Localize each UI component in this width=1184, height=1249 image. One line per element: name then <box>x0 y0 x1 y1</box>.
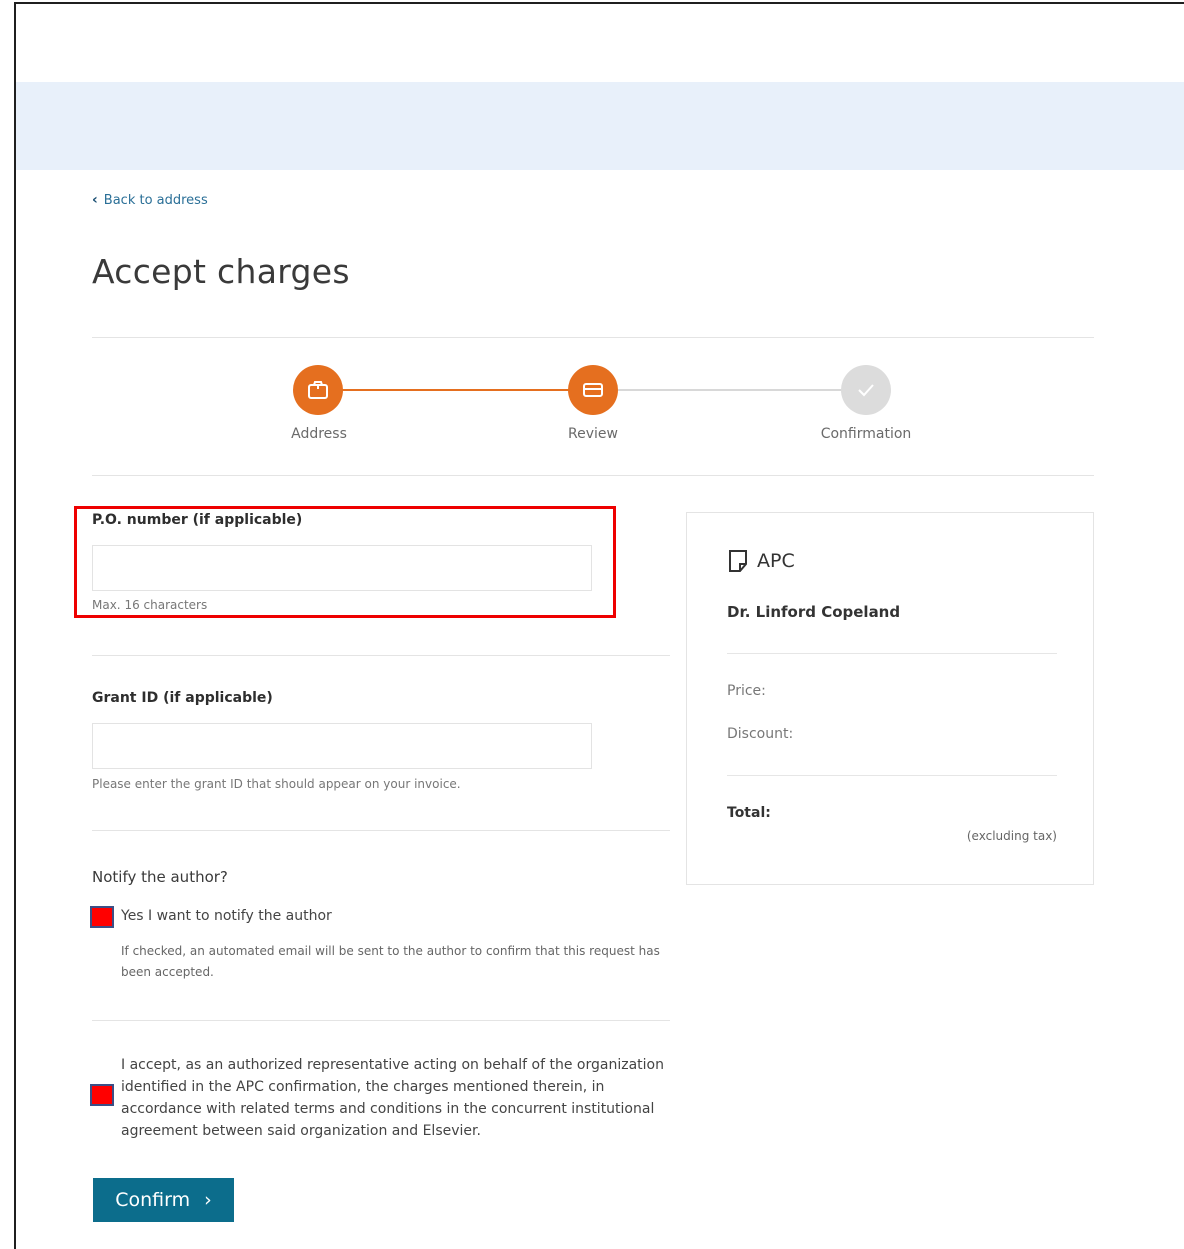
step-label-confirmation: Confirmation <box>820 426 912 442</box>
back-to-address-link[interactable]: ‹ Back to address <box>92 192 208 208</box>
grant-id-hint: Please enter the grant ID that should ap… <box>92 777 461 791</box>
back-link-label: Back to address <box>103 192 208 208</box>
author-name: Dr. Linford Copeland <box>727 603 901 621</box>
card-divider <box>727 653 1057 654</box>
document-icon <box>729 550 747 572</box>
notify-author-checkbox[interactable] <box>90 906 114 928</box>
po-number-input[interactable] <box>92 545 592 591</box>
price-label: Price: <box>727 683 766 699</box>
apc-title-text: APC <box>757 550 795 572</box>
divider <box>92 655 670 656</box>
chevron-right-icon: › <box>204 1189 212 1211</box>
notify-author-description: If checked, an automated email will be s… <box>121 944 660 979</box>
page-title: Accept charges <box>92 252 350 291</box>
notify-author-question: Notify the author? <box>92 868 228 886</box>
grant-id-input[interactable] <box>92 723 592 769</box>
package-icon <box>308 381 328 399</box>
divider <box>92 337 1094 338</box>
step-review-circle <box>568 365 618 415</box>
accept-terms-checkbox[interactable] <box>90 1084 114 1106</box>
step-connector-pending <box>618 389 842 391</box>
divider <box>92 475 1094 476</box>
header-banner <box>16 82 1184 170</box>
card-icon <box>583 383 603 397</box>
check-icon <box>858 384 874 397</box>
notify-author-label[interactable]: Yes I want to notify the author <box>121 908 332 924</box>
total-label: Total: <box>727 805 771 821</box>
accept-terms-text[interactable]: I accept, as an authorized representativ… <box>121 1054 681 1142</box>
confirm-button[interactable]: Confirm › <box>93 1178 234 1222</box>
divider <box>92 830 670 831</box>
step-confirmation-circle <box>841 365 891 415</box>
confirm-button-label: Confirm <box>115 1189 191 1211</box>
divider <box>92 1020 670 1021</box>
tax-note: (excluding tax) <box>966 829 1057 843</box>
step-label-review: Review <box>568 426 618 442</box>
po-number-label: P.O. number (if applicable) <box>92 512 303 528</box>
step-connector-completed <box>342 389 570 391</box>
step-address-circle <box>293 365 343 415</box>
discount-label: Discount: <box>727 726 794 742</box>
apc-summary-card: APC Dr. Linford Copeland Price: Discount… <box>686 512 1094 885</box>
grant-id-label: Grant ID (if applicable) <box>92 690 273 706</box>
chevron-left-icon: ‹ <box>92 192 98 208</box>
card-divider <box>727 775 1057 776</box>
step-label-address: Address <box>291 426 347 442</box>
po-number-hint: Max. 16 characters <box>92 598 208 612</box>
apc-card-title: APC <box>727 549 795 573</box>
